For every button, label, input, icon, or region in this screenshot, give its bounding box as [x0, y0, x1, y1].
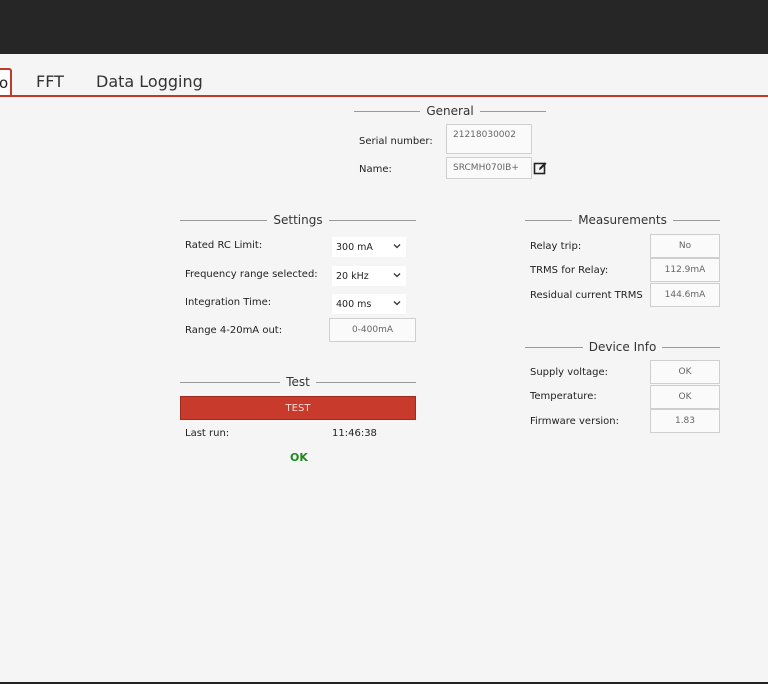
relay-trip-label: Relay trip: [530, 241, 582, 252]
frequency-range-label: Frequency range selected: [185, 269, 318, 280]
integration-time-select[interactable]: 400 ms [332, 294, 406, 314]
tab-bar: o FFT Data Logging [0, 54, 768, 97]
range-4-20ma-value: 0-400mA [329, 318, 416, 342]
general-section-title: General [354, 104, 546, 118]
last-run-value: 11:46:38 [332, 428, 377, 439]
supply-voltage-label: Supply voltage: [530, 367, 608, 378]
chevron-down-icon [393, 244, 401, 249]
edit-name-icon[interactable] [533, 161, 547, 175]
residual-current-label: Residual current TRMS [530, 290, 643, 301]
frequency-range-select[interactable]: 20 kHz [332, 266, 406, 286]
app-content: o FFT Data Logging General Serial number… [0, 54, 768, 684]
temperature-label: Temperature: [530, 391, 597, 402]
firmware-version-label: Firmware version: [530, 416, 620, 427]
chevron-down-icon [393, 301, 401, 306]
tab-fft[interactable]: FFT [36, 72, 64, 91]
test-result-status: OK [290, 451, 308, 464]
trms-relay-label: TRMS for Relay: [530, 265, 609, 276]
test-button[interactable]: TEST [180, 396, 416, 420]
chevron-down-icon [393, 273, 401, 278]
firmware-version-value: 1.83 [650, 409, 720, 433]
integration-time-label: Integration Time: [185, 297, 272, 308]
measurements-section-title: Measurements [525, 213, 720, 227]
tab-data-logging[interactable]: Data Logging [96, 72, 203, 91]
rated-rc-limit-label: Rated RC Limit: [185, 240, 263, 251]
tab-underline [0, 95, 768, 97]
rated-rc-limit-select[interactable]: 300 mA [332, 237, 406, 257]
last-run-label: Last run: [185, 428, 230, 439]
trms-relay-value: 112.9mA [650, 258, 720, 282]
supply-voltage-value: OK [650, 360, 720, 384]
range-4-20ma-label: Range 4-20mA out: [185, 325, 283, 336]
relay-trip-value: No [650, 234, 720, 258]
temperature-value: OK [650, 385, 720, 409]
name-field[interactable]: SRCMH070IB+ [446, 157, 532, 179]
name-label: Name: [359, 164, 392, 175]
test-section-title: Test [180, 375, 416, 389]
serial-number-value: 21218030002 [446, 124, 532, 154]
device-info-section-title: Device Info [525, 340, 720, 354]
window-titlebar [0, 0, 768, 54]
tab-active[interactable]: o [0, 68, 12, 96]
residual-current-value: 144.6mA [650, 283, 720, 307]
serial-number-label: Serial number: [359, 136, 433, 147]
settings-section-title: Settings [180, 213, 416, 227]
tab-active-label: o [0, 74, 9, 92]
